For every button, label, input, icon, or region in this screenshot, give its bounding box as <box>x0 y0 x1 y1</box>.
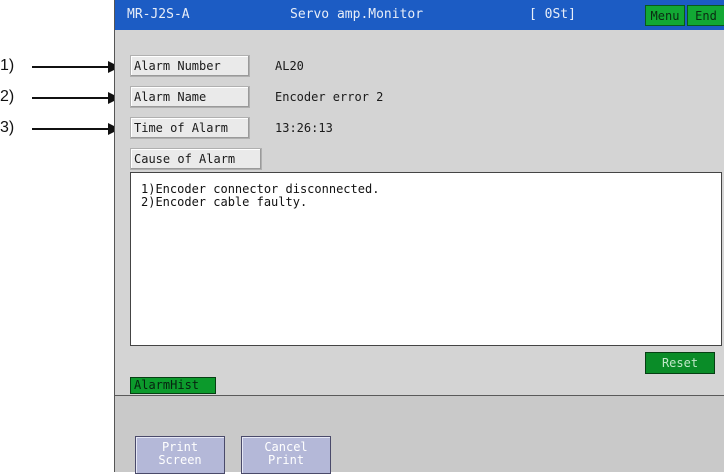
reset-button[interactable]: Reset <box>645 352 715 374</box>
cancel-print-button[interactable]: Cancel Print <box>241 436 331 474</box>
alarm-name-value: Encoder error 2 <box>275 90 384 104</box>
cause-of-alarm-label: Cause of Alarm <box>130 148 262 170</box>
alarm-number-label: Alarm Number <box>130 55 250 77</box>
callout-arrow-line <box>32 128 112 130</box>
print-screen-button[interactable]: Print Screen <box>135 436 225 474</box>
time-of-alarm-label: Time of Alarm <box>130 117 250 139</box>
callout-arrow-line <box>32 66 112 68</box>
menu-button[interactable]: Menu <box>645 5 685 26</box>
alarm-name-label: Alarm Name <box>130 86 250 108</box>
print-screen-line-2: Screen <box>158 453 202 467</box>
alarm-number-value: AL20 <box>275 59 304 73</box>
screen-title: Servo amp.Monitor <box>290 7 424 22</box>
cause-line-2: 2)Encoder cable faulty. <box>141 195 308 209</box>
callout-label: 1) <box>0 57 15 74</box>
cause-text-box: 1)Encoder connector disconnected. 2)Enco… <box>130 172 722 346</box>
status-indicator: [ 0St] <box>529 7 576 22</box>
cancel-print-line-2: Print <box>267 453 305 467</box>
end-button[interactable]: End <box>687 5 724 26</box>
title-bar: MR-J2S-A Servo amp.Monitor [ 0St] Menu E… <box>115 0 724 30</box>
callout-label: 2) <box>0 88 15 105</box>
callout-label: 3) <box>0 119 15 136</box>
model-name: MR-J2S-A <box>127 7 190 22</box>
alarm-history-button[interactable]: AlarmHist <box>130 377 216 394</box>
time-of-alarm-value: 13:26:13 <box>275 121 333 135</box>
callout-arrow-line <box>32 97 112 99</box>
monitor-screen: MR-J2S-A Servo amp.Monitor [ 0St] Menu E… <box>114 0 724 474</box>
